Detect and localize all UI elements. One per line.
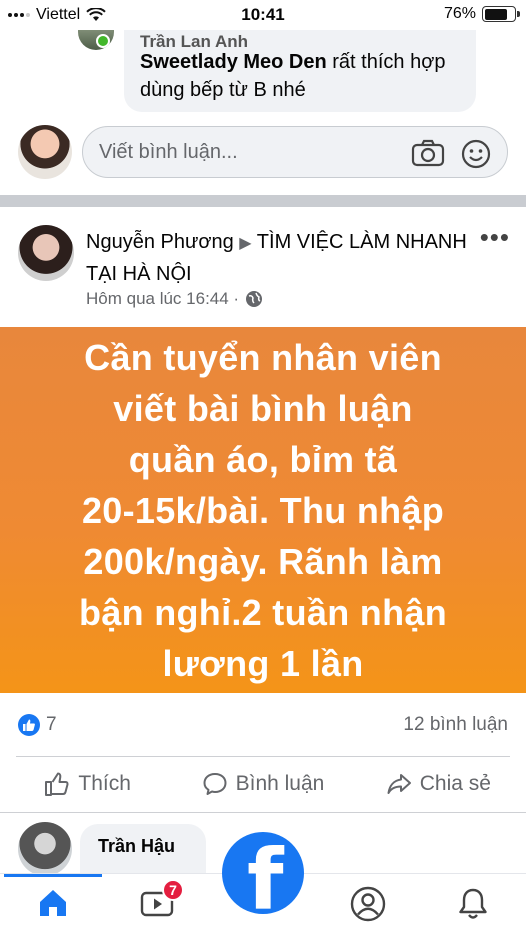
facebook-logo: f	[222, 832, 304, 914]
comment-bubble[interactable]: Trần Hậu	[80, 824, 206, 876]
post-timestamp[interactable]: Hôm qua lúc 16:44 ·	[86, 289, 239, 309]
separator	[0, 812, 526, 813]
my-avatar	[18, 125, 72, 179]
like-label: Thích	[78, 772, 131, 795]
comment-button[interactable]: Bình luận	[175, 758, 350, 810]
battery-group: 76%	[443, 5, 520, 23]
battery-percent: 76%	[443, 5, 476, 22]
arrow-icon: ▶	[239, 235, 252, 252]
post-header: Nguyễn Phương ▶ TÌM VIỆC LÀM NHANH TẠI H…	[0, 207, 526, 327]
tagged-user[interactable]: Sweetlady Meo Den	[140, 51, 327, 73]
banner-text: Cần tuyển nhân viên viết bài bình luận q…	[79, 336, 447, 684]
smiley-icon[interactable]	[461, 139, 491, 169]
more-options-button[interactable]: •••	[480, 224, 510, 250]
active-tab-indicator	[4, 874, 102, 877]
profile-icon	[350, 886, 386, 922]
battery-icon	[482, 6, 520, 22]
tab-notifications[interactable]	[456, 886, 490, 927]
comment-text: Sweetlady Meo Den rất thích hợp dùng bếp…	[140, 48, 470, 104]
commenter-avatar[interactable]	[18, 822, 72, 876]
thumbs-up-icon	[45, 772, 69, 796]
post-banner[interactable]: Cần tuyển nhân viên viết bài bình luận q…	[0, 327, 526, 693]
home-icon	[40, 890, 66, 916]
globe-icon	[246, 291, 263, 307]
post-actions: Thích Bình luận Chia sẻ	[0, 758, 526, 810]
comment-placeholder: Viết bình luận...	[99, 141, 238, 163]
share-arrow-icon	[387, 774, 411, 794]
camera-icon[interactable]	[411, 139, 445, 167]
facebook-f-glyph: f	[247, 832, 284, 914]
comment-input[interactable]: Viết bình luận...	[82, 126, 508, 178]
post-title: Nguyễn Phương ▶ TÌM VIỆC LÀM NHANH TẠI H…	[86, 227, 470, 289]
like-count[interactable]: 7	[46, 714, 57, 736]
comment-bubble[interactable]: Trần Lan Anh Sweetlady Meo Den rất thích…	[124, 18, 476, 112]
comment-label: Bình luận	[235, 772, 325, 795]
status-bar: Viettel 10:41 76%	[0, 0, 526, 30]
separator	[16, 756, 510, 757]
comment-author[interactable]: Trần Hậu	[98, 836, 175, 856]
speech-bubble-icon	[203, 773, 227, 795]
comment-count[interactable]: 12 bình luận	[403, 714, 508, 736]
watch-badge: 7	[162, 879, 184, 901]
author-avatar[interactable]	[18, 225, 74, 281]
tab-home[interactable]	[36, 886, 70, 925]
comment-composer: Viết bình luận...	[0, 122, 526, 184]
share-button[interactable]: Chia sẻ	[351, 758, 526, 810]
post-meta: Hôm qua lúc 16:44 ·	[86, 289, 263, 309]
tab-profile[interactable]	[350, 886, 386, 927]
notifications-icon	[459, 888, 487, 919]
like-reaction-icon	[18, 714, 40, 736]
author-name[interactable]: Nguyễn Phương	[86, 231, 234, 253]
reactions-summary[interactable]: 7 12 bình luận	[0, 700, 526, 750]
share-label: Chia sẻ	[419, 772, 491, 795]
like-button[interactable]: Thích	[0, 758, 175, 810]
feed-divider	[0, 195, 526, 207]
